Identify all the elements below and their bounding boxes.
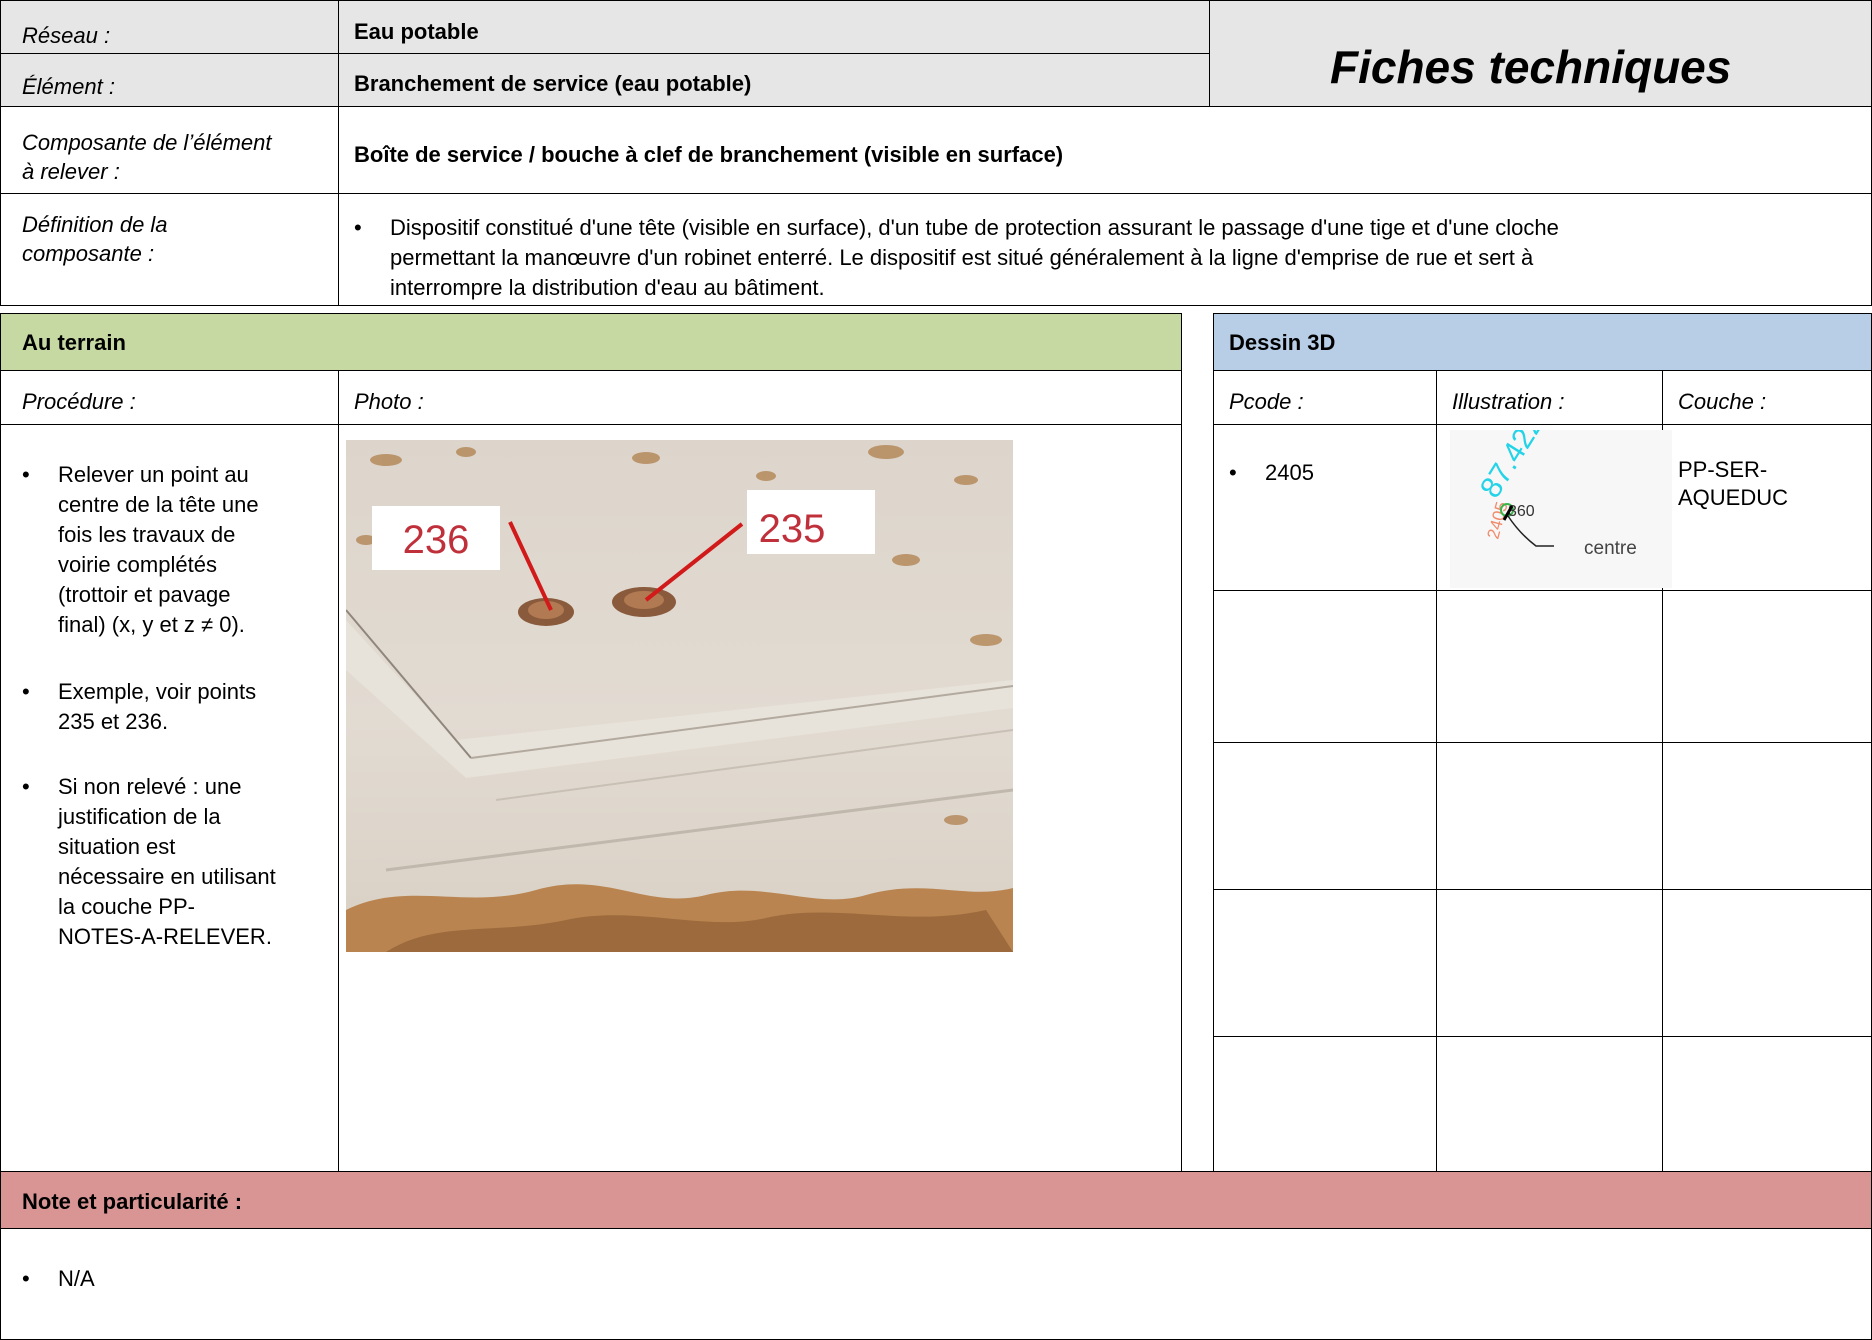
element-label: Élément : (22, 74, 115, 99)
step-1-line: centre de la tête une (58, 492, 259, 517)
composante-label-line2: à relever : (22, 159, 120, 184)
pcode-cell-row-4 (1213, 889, 1437, 1037)
pcode-cell-row-3 (1213, 742, 1437, 890)
terrain-heading: Au terrain (22, 330, 126, 355)
definition-label-line2: composante : (22, 241, 155, 266)
pcode-bullet: • 2405 (1229, 458, 1429, 488)
procedure-label: Procédure : (22, 389, 136, 414)
step-3-line: justification de la (58, 804, 221, 829)
illustration-cell-row-4 (1436, 889, 1663, 1037)
step-1-line: (trottoir et pavage (58, 582, 231, 607)
bullet-icon: • (22, 679, 30, 704)
illustration-cell-row-3 (1436, 742, 1663, 890)
note-bullet: • N/A (22, 1264, 322, 1294)
photo-label: Photo : (354, 389, 424, 414)
dessin-heading: Dessin 3D (1229, 330, 1336, 355)
procedure-step-3: • Si non relevé : une justification de l… (22, 772, 332, 952)
illustration-cell-row-5 (1436, 1036, 1663, 1172)
element-value: Branchement de service (eau potable) (354, 71, 752, 96)
step-3-line: situation est (58, 834, 176, 859)
step-2-line: 235 et 236. (58, 709, 169, 734)
point-number-label: 360 (1508, 503, 1535, 520)
definition-line-2: permettant la manœuvre d'un robinet ente… (390, 245, 1534, 270)
step-3-line: la couche PP- (58, 894, 195, 919)
couche-value-line1: PP-SER- (1678, 457, 1768, 482)
note-value: N/A (58, 1266, 95, 1291)
callout-label: centre (1584, 538, 1637, 559)
bullet-icon: • (354, 215, 362, 240)
couche-cell-row-3 (1662, 742, 1872, 890)
photo-sidewalk-service-boxes: 236 235 (346, 440, 1013, 952)
bullet-icon: • (22, 462, 30, 487)
page-title: Fiches techniques (1330, 41, 1732, 93)
couche-label: Couche : (1678, 389, 1767, 414)
procedure-step-1: • Relever un point au centre de la tête … (22, 460, 332, 640)
reseau-value: Eau potable (354, 19, 479, 44)
step-1-line: voirie complétés (58, 552, 217, 577)
definition-bullet: • Dispositif constitué d'une tête (visib… (354, 213, 1854, 303)
pcode-cell-row-1 (1213, 424, 1437, 591)
composante-value: Boîte de service / bouche à clef de bran… (354, 142, 1064, 167)
pcode-label: Pcode : (1229, 389, 1304, 414)
bullet-icon: • (1229, 460, 1237, 485)
couche-cell-row-4 (1662, 889, 1872, 1037)
pcode-value: 2405 (1265, 460, 1314, 485)
couche-cell-row-2 (1662, 590, 1872, 743)
bullet-icon: • (22, 1266, 30, 1291)
step-1-line: Relever un point au (58, 462, 249, 487)
step-3-line: NOTES-A-RELEVER. (58, 924, 272, 949)
photo-label-236: 236 (403, 518, 470, 562)
step-3-line: nécessaire en utilisant (58, 864, 276, 889)
reseau-label: Réseau : (22, 23, 111, 48)
pcode-cell-row-5 (1213, 1036, 1437, 1172)
terrain-heading-cell (0, 313, 1182, 371)
couche-value-line2: AQUEDUC (1678, 485, 1789, 510)
bullet-icon: • (22, 774, 30, 799)
procedure-step-2: • Exemple, voir points 235 et 236. (22, 677, 332, 737)
illustration-label: Illustration : (1452, 389, 1565, 414)
step-2-line: Exemple, voir points (58, 679, 257, 704)
illustration-cad-symbol: 87.422 2405 360 centre (1450, 430, 1672, 588)
separator-column (1181, 313, 1214, 1172)
definition-label-line1: Définition de la (22, 212, 168, 237)
note-heading: Note et particularité : (22, 1189, 243, 1214)
definition-line-3: interrompre la distribution d'eau au bât… (390, 275, 825, 300)
step-3-line: Si non relevé : une (58, 774, 242, 799)
definition-line-1: Dispositif constitué d'une tête (visible… (390, 215, 1559, 240)
photo-label-235: 235 (759, 507, 826, 551)
illustration-cell-row-2 (1436, 590, 1663, 743)
pcode-cell-row-2 (1213, 590, 1437, 743)
couche-cell-row-5 (1662, 1036, 1872, 1172)
note-heading-cell (0, 1171, 1872, 1229)
composante-label-line1: Composante de l’élément (22, 130, 272, 155)
step-1-line: fois les travaux de (58, 522, 236, 547)
photo-label-cell (338, 370, 1182, 425)
step-1-line: final) (x, y et z ≠ 0). (58, 612, 245, 637)
